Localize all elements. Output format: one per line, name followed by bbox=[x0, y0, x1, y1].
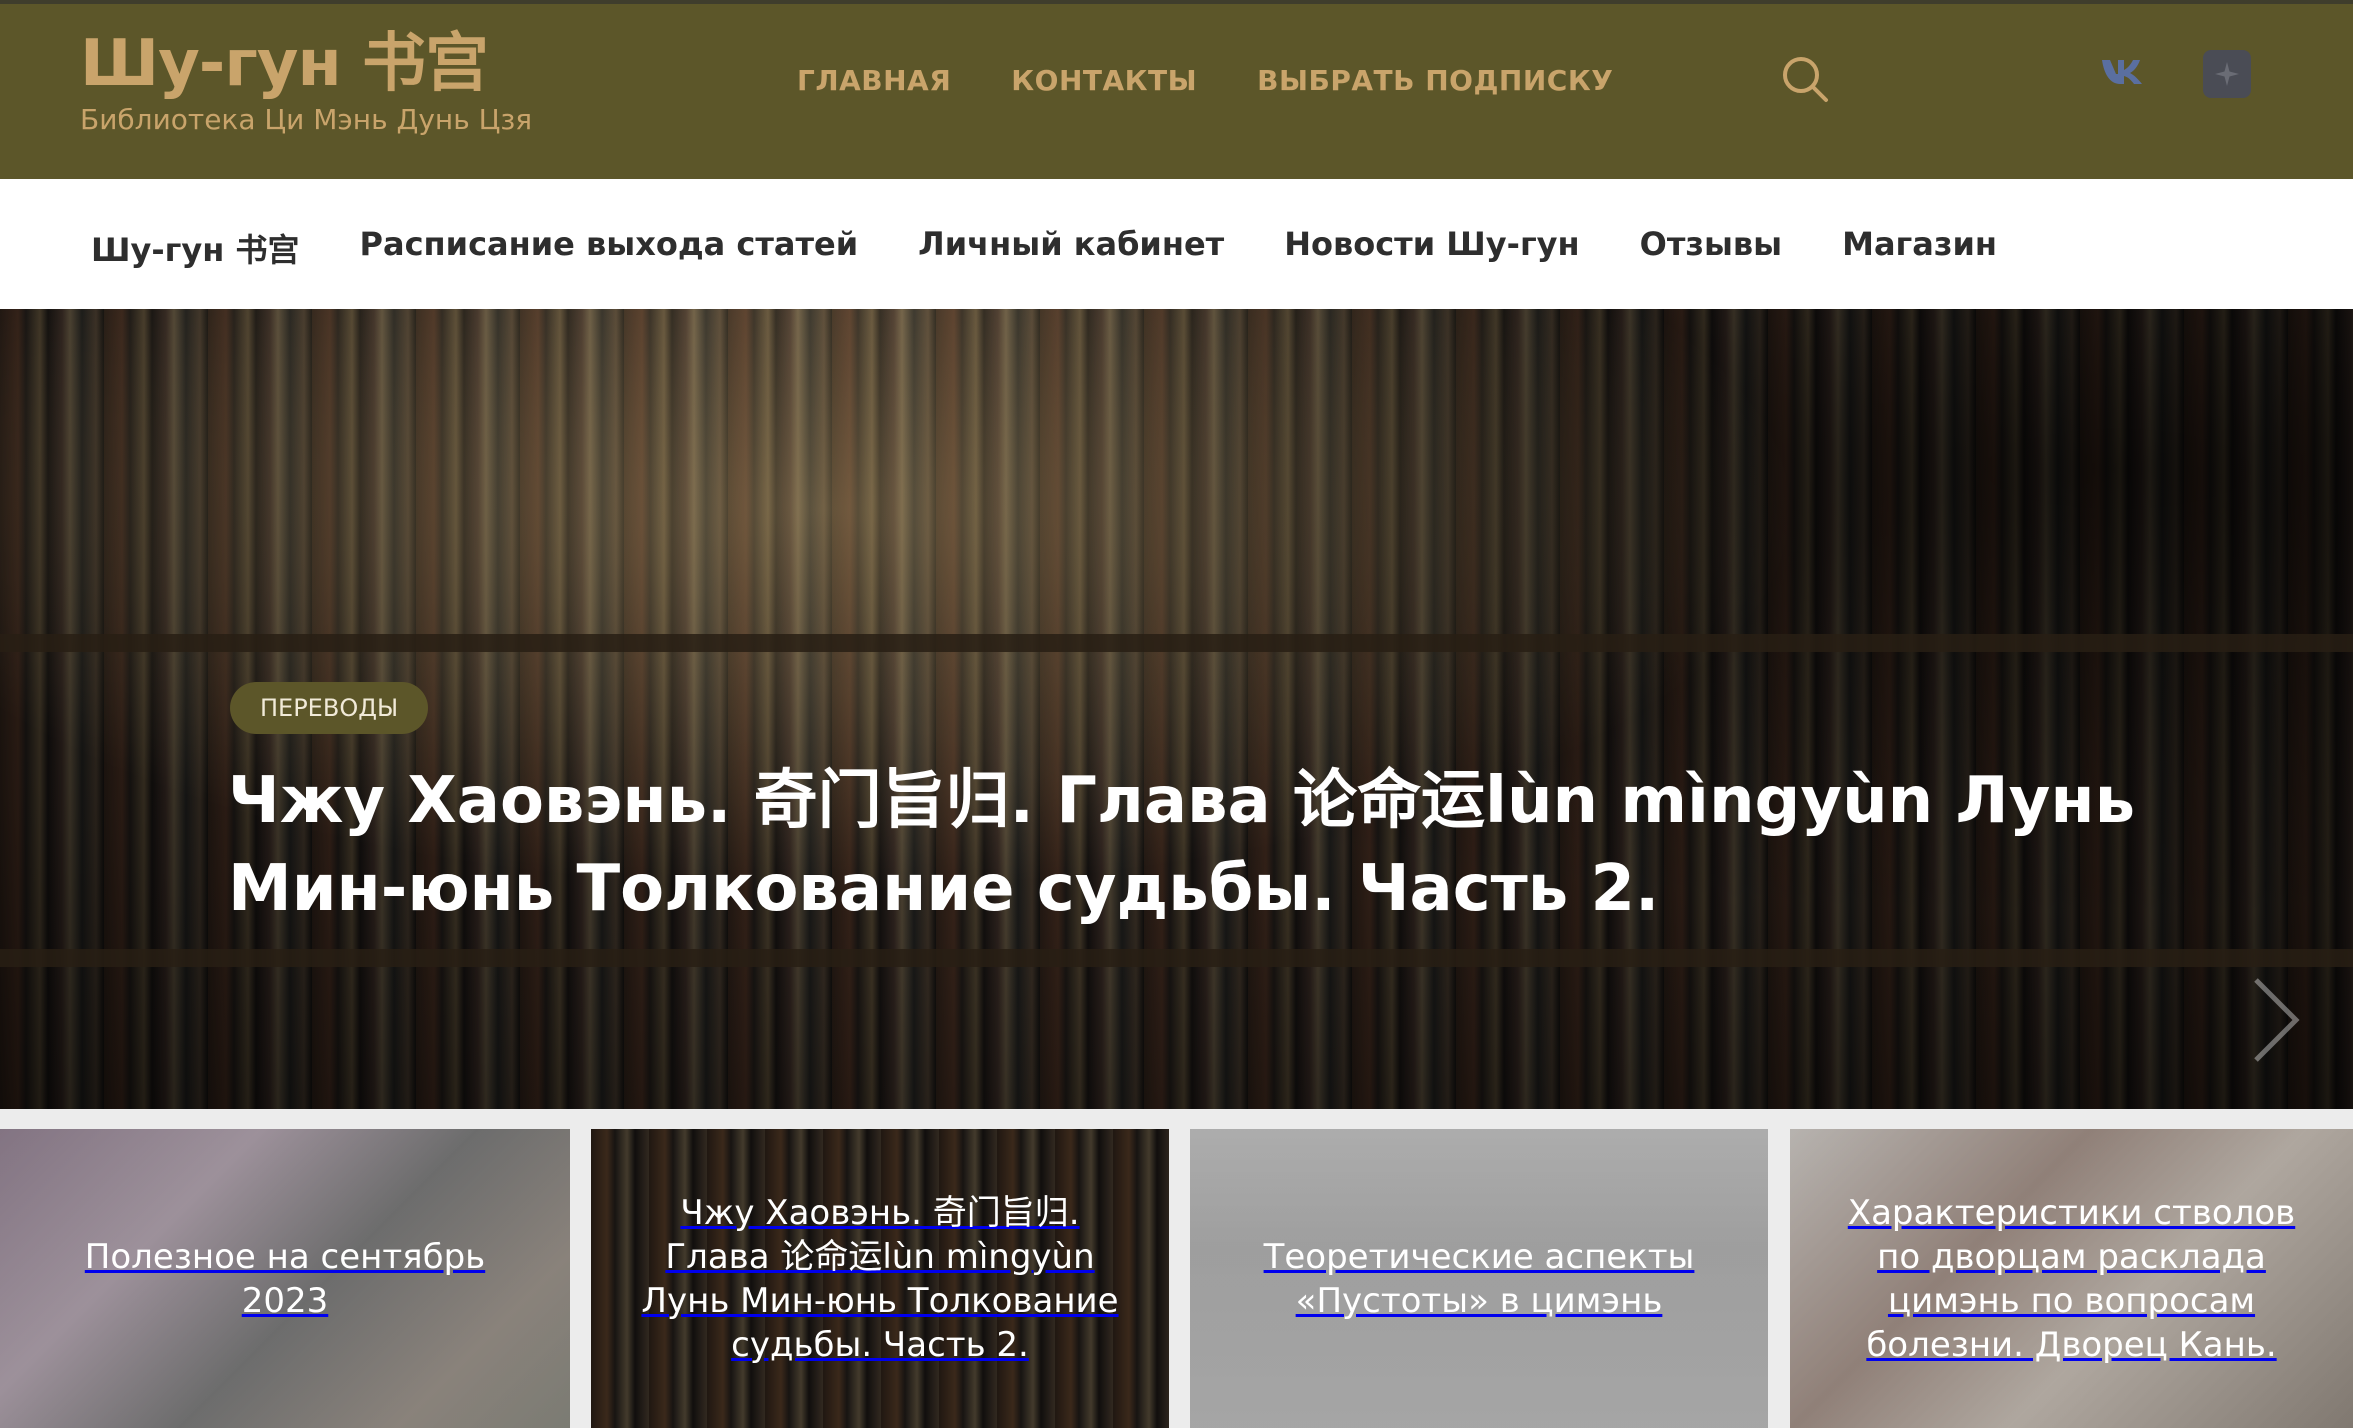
card-title: Чжу Хаовэнь. 奇门旨归. Глава 论命运lùn mìngyùn … bbox=[641, 1192, 1119, 1365]
brand-subtitle: Библиотека Ци Мэнь Дунь Цзя bbox=[80, 103, 533, 136]
next-arrow-icon[interactable] bbox=[2248, 974, 2304, 1066]
nav-home[interactable]: ГЛАВНАЯ bbox=[797, 64, 951, 97]
featured-card[interactable]: Полезное на сентябрь 2023 bbox=[0, 1129, 570, 1428]
vk-icon[interactable] bbox=[2100, 56, 2146, 86]
shelf-divider bbox=[0, 634, 2353, 652]
card-title: Теоретические аспекты «Пустоты» в цимэнь bbox=[1263, 1236, 1695, 1321]
sparkle-icon bbox=[2215, 62, 2239, 86]
brand[interactable]: Шу-гун 书宫 Библиотека Ци Мэнь Дунь Цзя bbox=[80, 28, 532, 138]
top-header: Шу-гун 书宫 Библиотека Ци Мэнь Дунь Цзя ГЛ… bbox=[0, 0, 2353, 179]
subnav-item-shugun[interactable]: Шу-гун 书宫 bbox=[91, 225, 300, 271]
featured-card[interactable]: Характеристики стволов по дворцам раскла… bbox=[1790, 1129, 2353, 1428]
nav-subscription[interactable]: ВЫБРАТЬ ПОДПИСКУ bbox=[1257, 64, 1613, 97]
subnav-item-news[interactable]: Новости Шу-гун bbox=[1284, 225, 1579, 271]
secondary-nav: Шу-гун 书宫 Расписание выхода статей Личны… bbox=[0, 179, 2353, 309]
nav-contacts[interactable]: КОНТАКТЫ bbox=[1011, 64, 1197, 97]
search-icon[interactable] bbox=[1780, 54, 1830, 104]
subnav-item-reviews[interactable]: Отзывы bbox=[1640, 225, 1782, 271]
featured-cards: Полезное на сентябрь 2023 Чжу Хаовэнь. 奇… bbox=[0, 1109, 2353, 1428]
featured-card[interactable]: Теоретические аспекты «Пустоты» в цимэнь bbox=[1190, 1129, 1768, 1428]
card-title: Характеристики стволов по дворцам раскла… bbox=[1847, 1192, 2296, 1365]
shelf-divider bbox=[0, 949, 2353, 967]
brand-title[interactable]: Шу-гун 书宫 bbox=[80, 28, 532, 100]
hero-title[interactable]: Чжу Хаовэнь. 奇门旨归. Глава 论命运lùn mìngyùn … bbox=[228, 757, 2178, 933]
card-title: Полезное на сентябрь 2023 bbox=[84, 1236, 486, 1321]
subnav-item-account[interactable]: Личный кабинет bbox=[918, 225, 1224, 271]
featured-card[interactable]: Чжу Хаовэнь. 奇门旨归. Глава 论命运lùn mìngyùn … bbox=[591, 1129, 1169, 1428]
category-badge[interactable]: ПЕРЕВОДЫ bbox=[230, 682, 429, 734]
subnav-item-schedule[interactable]: Расписание выхода статей bbox=[360, 225, 859, 271]
hero-slider[interactable]: ПЕРЕВОДЫ Чжу Хаовэнь. 奇门旨归. Глава 论命运lùn… bbox=[0, 309, 2353, 1109]
app-icon[interactable] bbox=[2203, 50, 2251, 98]
top-nav: ГЛАВНАЯ КОНТАКТЫ ВЫБРАТЬ ПОДПИСКУ bbox=[797, 64, 1613, 97]
subnav-item-shop[interactable]: Магазин bbox=[1842, 225, 1997, 271]
